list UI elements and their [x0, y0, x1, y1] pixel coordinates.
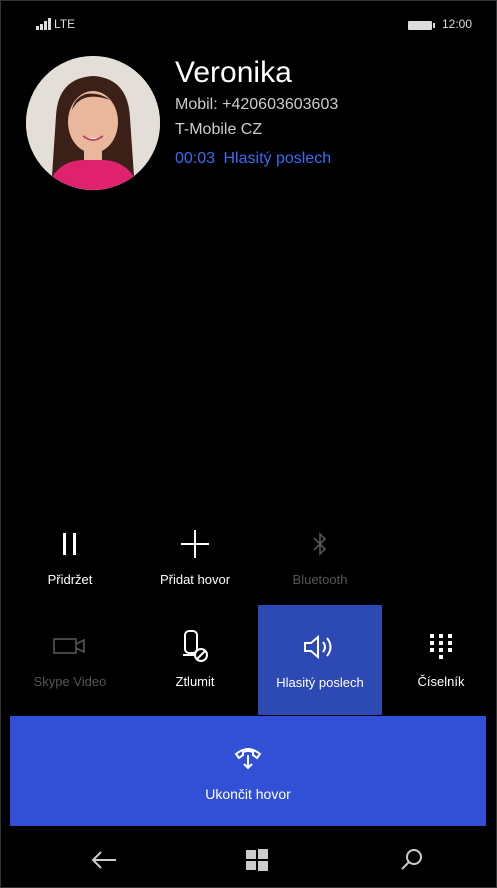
network-type: LTE — [54, 17, 76, 31]
mute-button[interactable]: Ztlumit — [135, 605, 255, 713]
contact-number: Mobil: +420603603603 — [175, 96, 339, 113]
keypad-icon — [428, 630, 454, 662]
bluetooth-label: Bluetooth — [292, 571, 348, 587]
bluetooth-button[interactable]: Bluetooth — [260, 512, 380, 602]
add-call-button[interactable]: Přidat hovor — [135, 512, 255, 602]
hold-label: Přidržet — [47, 571, 93, 587]
end-call-button[interactable]: Ukončit hovor — [10, 716, 486, 826]
call-mode: Hlasitý poslech — [223, 150, 332, 167]
windows-logo-icon[interactable] — [237, 840, 277, 880]
skype-video-label: Skype Video — [33, 673, 107, 689]
video-camera-icon — [53, 630, 87, 662]
speaker-label: Hlasitý poslech — [276, 674, 364, 690]
keypad-label: Číselník — [417, 673, 465, 689]
status-time: 12:00 — [442, 17, 473, 31]
pause-icon — [60, 528, 80, 560]
mute-label: Ztlumit — [175, 673, 215, 689]
contact-name: Veronika — [175, 56, 292, 89]
bluetooth-icon — [312, 528, 328, 560]
contact-carrier: T-Mobile CZ — [175, 121, 263, 138]
back-arrow-icon[interactable] — [84, 840, 124, 880]
call-status: 00:03 Hlasitý poslech — [175, 150, 331, 168]
status-bar: LTE 12:00 — [0, 0, 497, 40]
speaker-icon — [302, 631, 338, 663]
signal-strength-icon — [36, 18, 51, 30]
battery-icon — [408, 21, 435, 30]
contact-avatar — [26, 56, 160, 190]
end-call-icon — [233, 741, 263, 776]
hold-button[interactable]: Přidržet — [10, 512, 130, 602]
speaker-button[interactable]: Hlasitý poslech — [258, 605, 382, 715]
skype-video-button[interactable]: Skype Video — [10, 605, 130, 713]
search-icon[interactable] — [392, 840, 432, 880]
keypad-button[interactable]: Číselník — [385, 605, 497, 713]
add-call-label: Přidat hovor — [159, 571, 231, 587]
navigation-bar — [0, 830, 497, 888]
plus-icon — [179, 528, 211, 560]
end-call-label: Ukončit hovor — [205, 785, 291, 802]
call-timer: 00:03 — [175, 150, 216, 167]
mute-phone-icon — [181, 629, 209, 662]
